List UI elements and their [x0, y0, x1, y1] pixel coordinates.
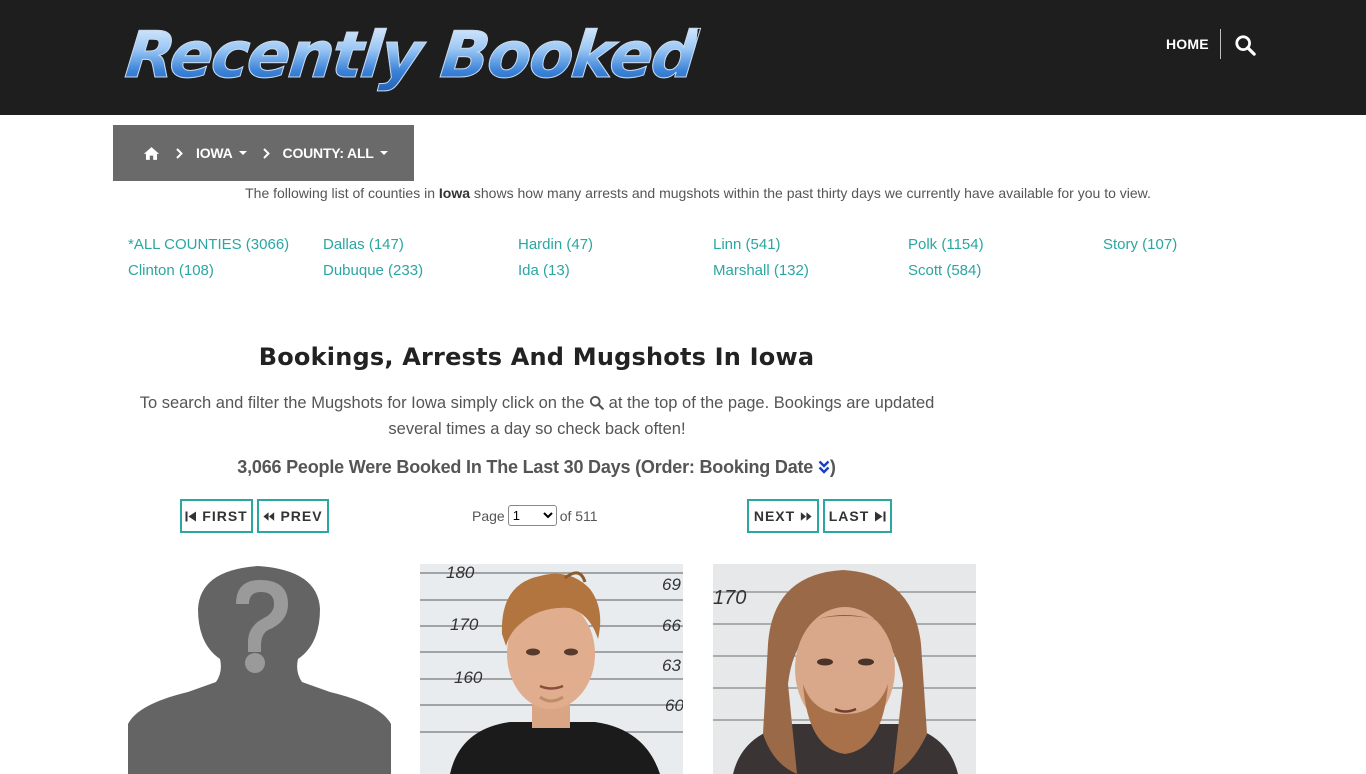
chevron-right-icon [262, 147, 270, 159]
height-mark: 170 [713, 587, 746, 609]
breadcrumb-county-label: COUNTY: ALL [282, 145, 374, 161]
county-link-marshall[interactable]: Marshall (132) [713, 262, 809, 279]
height-mark: 160 [454, 668, 483, 687]
prev-label: PREV [280, 508, 323, 524]
site-header: Recently Booked HOME [0, 0, 1366, 115]
mugshot-card[interactable]: 180 170 160 69 66 63 60 [420, 564, 683, 774]
chevron-right-icon [176, 147, 183, 159]
section-title: Bookings, Arrests And Mugshots In Iowa [258, 343, 815, 371]
mugshot-card[interactable] [128, 564, 391, 774]
forward-icon [801, 511, 812, 521]
county-link-dubuque[interactable]: Dubuque (233) [323, 262, 423, 279]
next-page-button[interactable]: NEXT [747, 499, 819, 533]
mugshot-photo: 170 [713, 564, 976, 774]
backward-icon [263, 511, 275, 521]
height-mark: 69 [662, 575, 681, 594]
intro-text: The following list of counties in Iowa s… [0, 185, 1366, 201]
intro-suffix: shows how many arrests and mugshots with… [470, 185, 1151, 201]
height-mark: 170 [450, 615, 479, 634]
county-link-polk[interactable]: Polk (1154) [908, 236, 984, 253]
caret-down-icon [379, 151, 388, 155]
intro-state: Iowa [438, 185, 470, 201]
home-icon[interactable] [143, 146, 160, 161]
unknown-person-silhouette [128, 564, 391, 774]
double-chevron-down-icon[interactable] [818, 460, 830, 474]
next-label: NEXT [753, 508, 796, 524]
breadcrumb-state-dropdown[interactable]: IOWA [196, 145, 247, 161]
step-forward-icon [875, 511, 886, 521]
page-indicator: Page 1 of 511 [472, 505, 598, 526]
booking-count-close: ) [829, 457, 836, 477]
prev-page-button[interactable]: PREV [257, 499, 329, 533]
booking-count: 3,066 People Were Booked In The Last 30 … [130, 457, 943, 478]
height-mark: 180 [446, 564, 475, 582]
county-link-all[interactable]: *ALL COUNTIES (3066) [128, 236, 289, 253]
mugshot-photo: 180 170 160 69 66 63 60 [420, 564, 683, 774]
caret-down-icon [238, 151, 247, 155]
county-link-hardin[interactable]: Hardin (47) [518, 236, 593, 253]
page-total: of 511 [559, 507, 598, 524]
height-mark: 66 [662, 616, 681, 635]
booking-count-text: 3,066 People Were Booked In The Last 30 … [237, 457, 818, 477]
height-mark: 60 [665, 696, 683, 715]
county-link-linn[interactable]: Linn (541) [713, 236, 781, 253]
intro-prefix: The following list of counties in [245, 185, 439, 201]
page-select[interactable]: 1 [507, 505, 557, 526]
site-logo[interactable]: Recently Booked [122, 16, 700, 96]
breadcrumb-county-dropdown[interactable]: COUNTY: ALL [283, 145, 388, 161]
mugshot-card[interactable]: 170 [713, 564, 976, 774]
step-backward-icon [185, 511, 197, 521]
county-link-dallas[interactable]: Dallas (147) [323, 236, 404, 253]
last-label: LAST [828, 508, 870, 524]
nav-divider [1220, 29, 1221, 59]
county-link-clinton[interactable]: Clinton (108) [128, 262, 214, 279]
county-link-story[interactable]: Story (107) [1103, 236, 1177, 253]
search-icon[interactable] [1234, 34, 1256, 56]
page-label: Page [472, 507, 505, 524]
nav-home-link[interactable]: HOME [1166, 36, 1209, 52]
search-icon [590, 395, 604, 410]
first-label: FIRST [202, 508, 248, 524]
first-page-button[interactable]: FIRST [180, 499, 253, 533]
logo-text: Recently Booked [122, 19, 700, 94]
breadcrumb: IOWA COUNTY: ALL [113, 125, 414, 181]
desc-prefix: To search and filter the Mugshots for Io… [139, 394, 590, 412]
height-mark: 63 [662, 656, 681, 675]
breadcrumb-state-label: IOWA [196, 145, 233, 161]
county-link-scott[interactable]: Scott (584) [908, 262, 981, 279]
section-description: To search and filter the Mugshots for Io… [127, 390, 947, 442]
county-link-ida[interactable]: Ida (13) [518, 262, 570, 279]
last-page-button[interactable]: LAST [823, 499, 892, 533]
